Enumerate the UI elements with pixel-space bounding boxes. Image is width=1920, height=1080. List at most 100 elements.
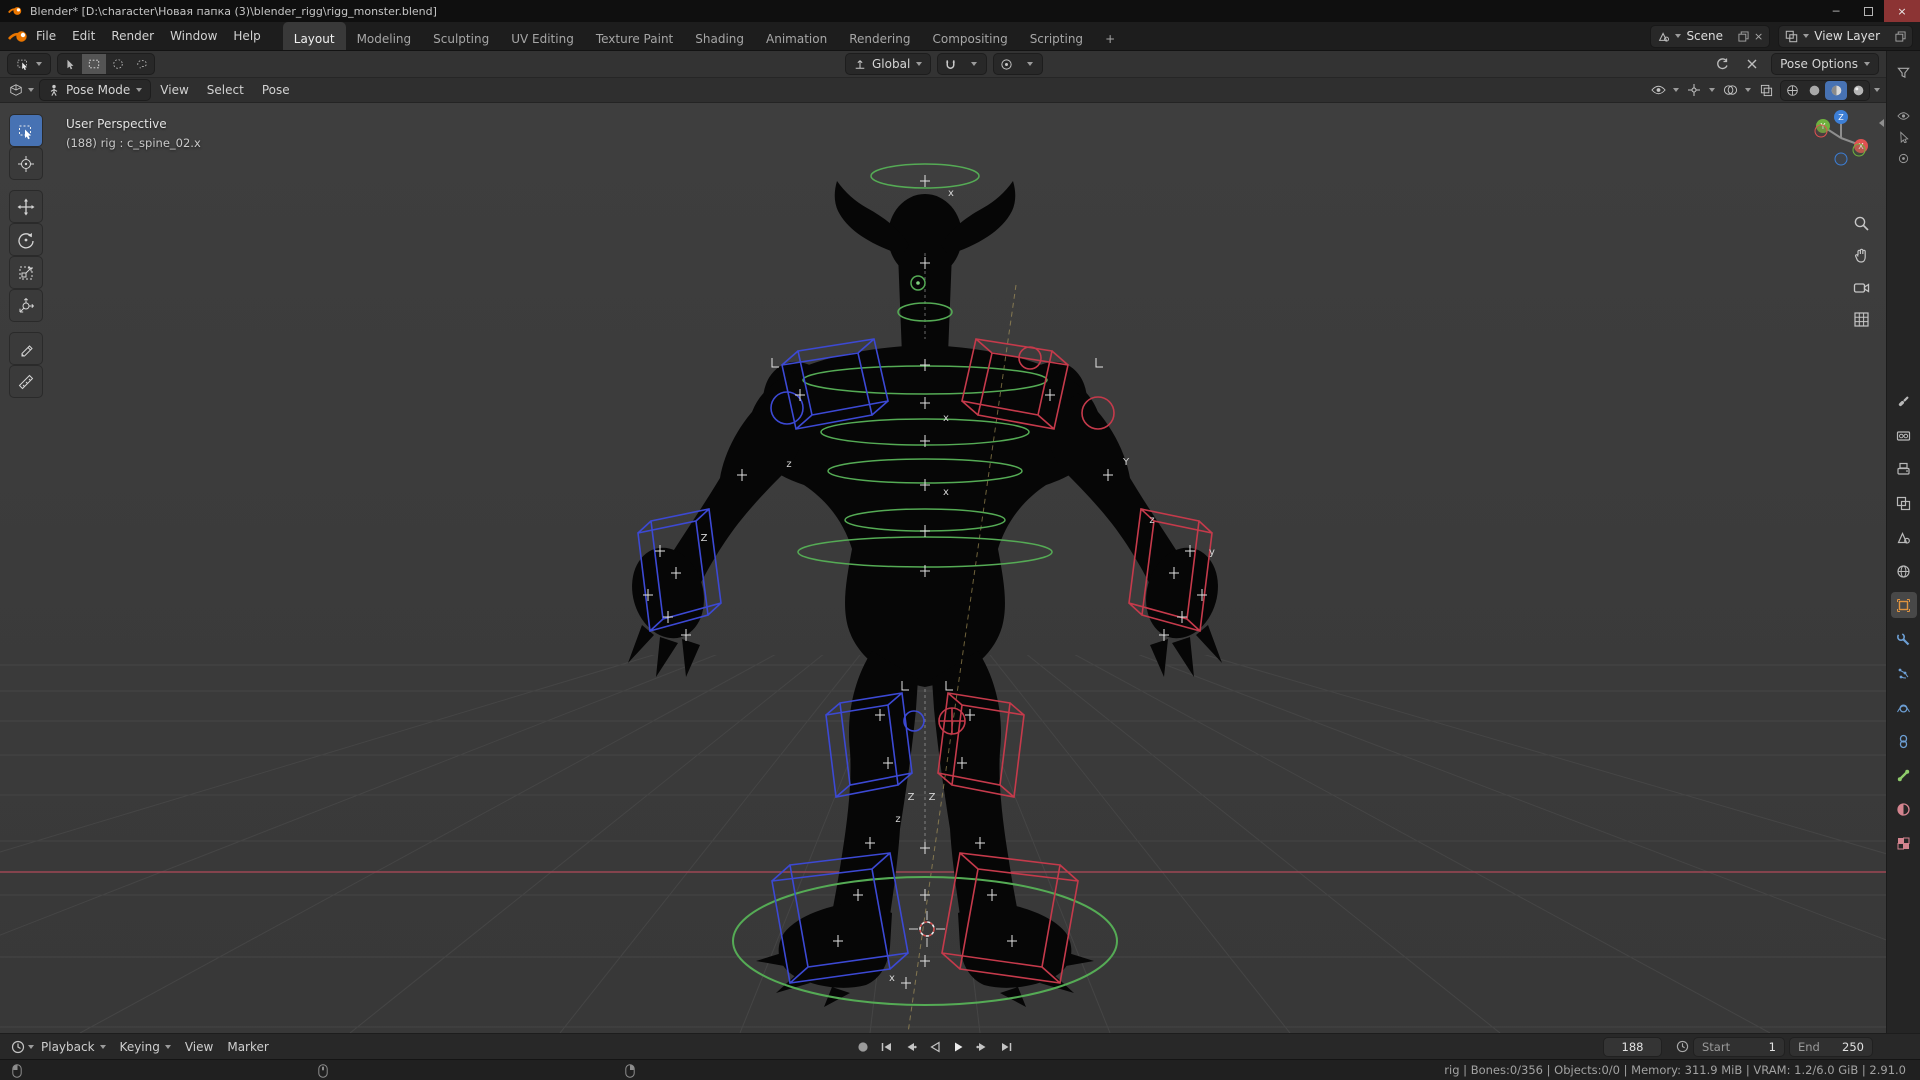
tab-physics[interactable]	[1891, 694, 1917, 720]
tool-transform[interactable]	[10, 290, 42, 321]
tab-texture-paint[interactable]: Texture Paint	[585, 22, 684, 50]
menu-edit[interactable]: Edit	[64, 25, 103, 47]
menu-pose[interactable]: Pose	[254, 80, 298, 100]
tab-object[interactable]	[1890, 592, 1917, 618]
tool-move[interactable]	[10, 191, 42, 222]
object-visibility-button[interactable]	[1648, 80, 1668, 100]
pivot-point-icon[interactable]	[1712, 54, 1732, 74]
menu-window[interactable]: Window	[162, 25, 225, 47]
play-button[interactable]	[948, 1038, 969, 1056]
play-reverse-button[interactable]	[924, 1038, 945, 1056]
tab-material[interactable]	[1891, 796, 1917, 822]
tab-texture[interactable]	[1891, 830, 1917, 856]
blender-menu-logo-icon[interactable]	[8, 29, 28, 43]
add-workspace-button[interactable]: +	[1094, 22, 1126, 50]
current-frame-field[interactable]: 188	[1604, 1037, 1661, 1056]
menu-playback[interactable]: Playback	[34, 1037, 113, 1057]
tab-sculpting[interactable]: Sculpting	[422, 22, 500, 50]
gizmo-x-negative[interactable]	[1814, 124, 1828, 138]
prev-keyframe-button[interactable]	[900, 1038, 921, 1056]
properties-filter-icon[interactable]	[1891, 59, 1917, 85]
next-keyframe-button[interactable]	[972, 1038, 993, 1056]
jump-start-button[interactable]	[876, 1038, 897, 1056]
tab-output[interactable]	[1891, 456, 1917, 482]
menu-view[interactable]: View	[152, 80, 196, 100]
unlink-scene-icon[interactable]: ×	[1754, 31, 1763, 42]
gizmo-y-negative[interactable]	[1852, 143, 1866, 157]
proportional-falloff-button[interactable]	[1018, 54, 1042, 74]
viewport-3d[interactable]: x x x Z Y z Z Z z x z y	[0, 103, 1886, 1033]
snap-magnet-button[interactable]	[938, 54, 962, 74]
tab-scene[interactable]	[1891, 524, 1917, 550]
tab-view-layer[interactable]	[1891, 490, 1917, 516]
active-tool-button[interactable]	[8, 54, 50, 74]
tool-measure[interactable]	[10, 366, 42, 397]
select-box-button[interactable]	[82, 54, 106, 74]
shading-solid-button[interactable]	[1803, 81, 1825, 100]
sidebar-expand-arrow[interactable]	[1879, 119, 1884, 127]
record-button[interactable]	[852, 1038, 873, 1056]
tab-compositing[interactable]: Compositing	[921, 22, 1018, 50]
menu-select[interactable]: Select	[199, 80, 252, 100]
tool-scale[interactable]	[10, 257, 42, 288]
camera-view-icon[interactable]	[1853, 279, 1870, 296]
select-lasso-button[interactable]	[130, 54, 154, 74]
navigation-gizmo[interactable]: Z X Y	[1810, 107, 1872, 169]
mode-dropdown[interactable]: Pose Mode	[40, 80, 151, 100]
gizmos-toggle-button[interactable]	[1684, 80, 1704, 100]
shading-material-button[interactable]	[1825, 80, 1847, 100]
view-layer-selector[interactable]: View Layer	[1779, 25, 1912, 47]
jump-end-button[interactable]	[996, 1038, 1017, 1056]
proportional-edit-button[interactable]	[994, 54, 1018, 74]
shading-wireframe-button[interactable]	[1781, 81, 1803, 100]
tool-annotate[interactable]	[10, 333, 42, 364]
select-circle-button[interactable]	[106, 54, 130, 74]
tab-layout[interactable]: Layout	[282, 22, 346, 50]
tab-modifiers[interactable]	[1891, 626, 1917, 652]
tab-render[interactable]	[1891, 422, 1917, 448]
menu-file[interactable]: File	[28, 25, 64, 47]
select-tweak-button[interactable]	[58, 54, 82, 74]
timeline-editor-icon[interactable]	[8, 1037, 28, 1057]
copy-icon[interactable]	[1895, 30, 1906, 42]
overlays-toggle-button[interactable]	[1720, 80, 1740, 100]
tab-world[interactable]	[1891, 558, 1917, 584]
mirror-x-icon[interactable]	[1742, 54, 1762, 74]
transform-orientation-dropdown[interactable]: Global	[846, 54, 931, 74]
viewport-area[interactable]: x x x Z Y z Z Z z x z y User Perspective…	[0, 103, 1886, 1033]
tab-scripting[interactable]: Scripting	[1019, 22, 1094, 50]
tool-select-box[interactable]	[10, 115, 42, 146]
tab-object-data[interactable]	[1891, 762, 1917, 788]
tab-animation[interactable]: Animation	[755, 22, 838, 50]
menu-timeline-view[interactable]: View	[178, 1037, 220, 1057]
tab-particles[interactable]	[1891, 660, 1917, 686]
tool-rotate[interactable]	[10, 224, 42, 255]
pan-hand-icon[interactable]	[1853, 247, 1870, 264]
xray-toggle-button[interactable]	[1756, 80, 1776, 100]
editor-type-button[interactable]	[6, 80, 26, 100]
scene-selector[interactable]: Scene ×	[1651, 25, 1770, 47]
close-button[interactable]: ×	[1884, 0, 1920, 22]
menu-keying[interactable]: Keying	[113, 1037, 178, 1057]
frame-start-field[interactable]: Start 1	[1694, 1037, 1784, 1056]
tab-rendering[interactable]: Rendering	[838, 22, 921, 50]
tab-modeling[interactable]: Modeling	[346, 22, 423, 50]
menu-help[interactable]: Help	[225, 25, 268, 47]
tab-uv-editing[interactable]: UV Editing	[500, 22, 585, 50]
gizmo-z-negative[interactable]	[1834, 152, 1848, 166]
strip-camera-icon[interactable]	[1891, 145, 1917, 171]
tool-cursor[interactable]	[10, 148, 42, 179]
snap-options-button[interactable]	[962, 54, 986, 74]
minimize-button[interactable]: ─	[1820, 0, 1852, 22]
menu-marker[interactable]: Marker	[220, 1037, 275, 1057]
frame-end-field[interactable]: End 250	[1790, 1037, 1872, 1056]
copy-icon[interactable]	[1738, 30, 1749, 42]
maximize-button[interactable]	[1852, 0, 1884, 22]
menu-render[interactable]: Render	[103, 25, 162, 47]
ortho-grid-icon[interactable]	[1853, 311, 1870, 328]
tab-constraints[interactable]	[1891, 728, 1917, 754]
zoom-icon[interactable]	[1853, 215, 1870, 232]
shading-rendered-button[interactable]	[1847, 81, 1869, 100]
pose-options-dropdown[interactable]: Pose Options	[1772, 54, 1878, 74]
tab-tool[interactable]	[1891, 388, 1917, 414]
